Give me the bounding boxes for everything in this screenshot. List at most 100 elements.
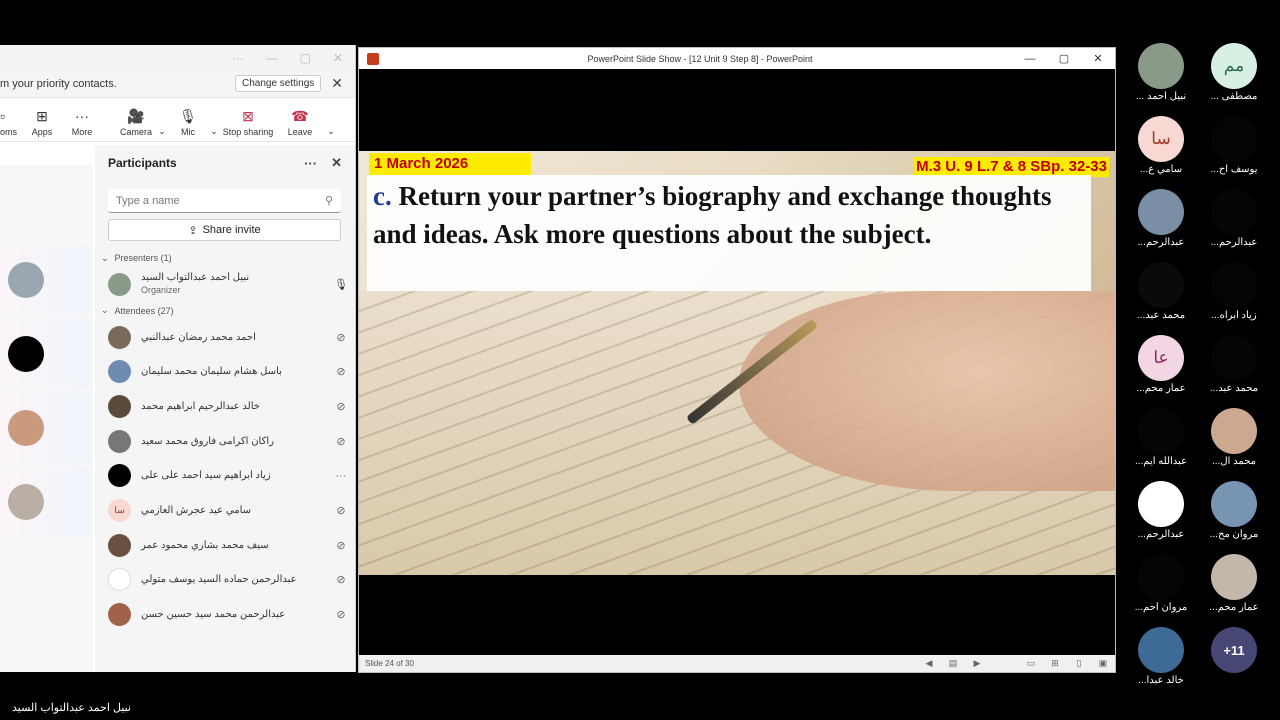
panel-title: Participants bbox=[108, 156, 177, 170]
slide[interactable]: 1 March 2026 M.3 U. 9 L.7 & 8 SBp. 32-33… bbox=[359, 151, 1115, 575]
more-icon[interactable]: ··· bbox=[232, 51, 244, 65]
close-icon[interactable]: ✕ bbox=[333, 51, 343, 65]
gallery-tile[interactable]: عبدالرحم... bbox=[1194, 189, 1274, 248]
banner-text: m your priority contacts. bbox=[0, 77, 117, 90]
overflow-count: +11 bbox=[1211, 627, 1257, 673]
gallery-tile[interactable]: عا عمار محم... bbox=[1121, 335, 1201, 394]
video-tile[interactable] bbox=[0, 319, 90, 389]
normal-view-icon[interactable]: ▭ bbox=[1019, 658, 1043, 669]
avatar bbox=[108, 533, 131, 557]
participant-row[interactable]: سيف محمد بشاري محمود عمر ⊘ bbox=[95, 528, 355, 563]
avatar bbox=[1211, 481, 1257, 527]
more-button[interactable]: ··· More bbox=[62, 109, 102, 137]
gallery-tile[interactable]: نبيل احمد ... bbox=[1121, 43, 1201, 102]
more-options-icon[interactable]: ··· bbox=[326, 470, 355, 482]
instruction-letter: c. bbox=[373, 181, 392, 211]
previous-icon[interactable]: ◀ bbox=[917, 658, 941, 669]
gallery-tile[interactable]: عبدالرحم... bbox=[1121, 481, 1201, 540]
gallery-tile[interactable]: زياد ابراه... bbox=[1194, 262, 1274, 321]
maximize-icon[interactable]: ▢ bbox=[300, 51, 311, 65]
avatar bbox=[1211, 116, 1257, 162]
participant-row[interactable]: راكان اكرامى فاروق محمد سعيد ⊘ bbox=[95, 424, 355, 459]
gallery-tile[interactable]: مروان مح... bbox=[1194, 481, 1274, 540]
gallery-tile[interactable]: مم مصطفى ... bbox=[1194, 43, 1274, 102]
apps-button[interactable]: ⊞ Apps bbox=[22, 109, 62, 137]
slideshow-statusbar: Slide 24 of 30 ◀ ▤ ▶ ▭ ⊞ ▯ ▣ bbox=[359, 655, 1115, 672]
slideshow-icon[interactable]: ▣ bbox=[1091, 658, 1115, 669]
video-tile[interactable] bbox=[0, 245, 90, 315]
avatar bbox=[108, 360, 131, 384]
notification-banner: m your priority contacts. Change setting… bbox=[0, 70, 355, 98]
share-icon: ⇪ bbox=[188, 224, 198, 237]
avatar bbox=[8, 336, 44, 372]
mic-icon: 🎙 bbox=[334, 278, 348, 291]
close-panel-icon[interactable]: ✕ bbox=[331, 155, 342, 171]
close-banner-icon[interactable]: ✕ bbox=[331, 75, 343, 92]
stop-sharing-button[interactable]: ⊠ Stop sharing bbox=[220, 109, 276, 137]
next-icon[interactable]: ▶ bbox=[965, 658, 989, 669]
maximize-icon[interactable]: ▢ bbox=[1047, 52, 1081, 65]
participant-row[interactable]: سا سامي عيد عجرش العازمي ⊘ bbox=[95, 493, 355, 528]
change-settings-button[interactable]: Change settings bbox=[234, 75, 322, 92]
speaker-name: نبيل احمد عبدالتواب السيد bbox=[12, 702, 131, 714]
gallery-tile[interactable]: سا سامي ع... bbox=[1121, 116, 1201, 175]
close-icon[interactable]: ✕ bbox=[1081, 52, 1115, 65]
presenters-section-toggle[interactable]: ⌄ Presenters (1) bbox=[95, 249, 355, 267]
menu-icon[interactable]: ▤ bbox=[941, 658, 965, 669]
rooms-button[interactable]: ▫ oms bbox=[0, 109, 22, 137]
avatar bbox=[108, 464, 131, 488]
slide-date: 1 March 2026 bbox=[369, 153, 531, 175]
search-input[interactable]: Type a name ⚲ bbox=[108, 189, 341, 213]
leave-button[interactable]: ☎ Leave bbox=[276, 109, 324, 137]
gallery-tile[interactable]: يوسف اح... bbox=[1194, 116, 1274, 175]
teams-window: ··· — ▢ ✕ m your priority contacts. Chan… bbox=[0, 45, 356, 672]
participant-row[interactable]: زياد ابراهيم سيد احمد على على ··· bbox=[95, 458, 355, 493]
gallery-tile[interactable]: عبدالله ايم... bbox=[1121, 408, 1201, 467]
participant-row[interactable]: نبيل احمد عبدالتواب السيد Organizer 🎙 bbox=[95, 267, 355, 302]
more-icon[interactable]: ··· bbox=[304, 156, 317, 171]
mic-options-button[interactable]: ⌄ bbox=[208, 126, 220, 137]
gallery-tile[interactable]: محمد عبد... bbox=[1121, 262, 1201, 321]
avatar bbox=[1211, 262, 1257, 308]
share-invite-button[interactable]: ⇪ Share invite bbox=[108, 219, 341, 241]
avatar bbox=[1138, 43, 1184, 89]
participants-panel: Participants ··· ✕ Type a name ⚲ ⇪ Share… bbox=[95, 145, 355, 672]
avatar bbox=[8, 484, 44, 520]
instruction-text: Return your partner’s biography and exch… bbox=[373, 181, 1052, 249]
participant-row[interactable]: عبدالرحمن محمد سيد حسين حسن ⊘ bbox=[95, 597, 355, 632]
gallery-tile[interactable]: عمار محم... bbox=[1194, 554, 1274, 613]
gallery-tile[interactable]: عبدالرحم... bbox=[1121, 189, 1201, 248]
attendees-section-toggle[interactable]: ⌄ Attendees (27) bbox=[95, 302, 355, 320]
mic-button[interactable]: 🎙 Mic bbox=[168, 109, 208, 137]
video-tile[interactable] bbox=[0, 467, 90, 537]
camera-button[interactable]: 🎥 Camera bbox=[116, 109, 156, 137]
gallery-tile[interactable]: محمد ال... bbox=[1194, 408, 1274, 467]
gallery-tile[interactable]: محمد عبد... bbox=[1194, 335, 1274, 394]
rooms-icon: ▫ bbox=[0, 108, 5, 124]
gallery-tile[interactable]: مروان احم... bbox=[1121, 554, 1201, 613]
participants-header: Participants ··· ✕ bbox=[95, 145, 355, 181]
leave-options-button[interactable]: ⌄ bbox=[324, 126, 338, 137]
chevron-down-icon: ⌄ bbox=[158, 126, 166, 136]
participant-row[interactable]: عبدالرحمن حماده السيد يوسف متولي ⊘ bbox=[95, 563, 355, 598]
participant-name: سيف محمد بشاري محمود عمر bbox=[141, 539, 269, 551]
gallery-tile[interactable]: خالد عبدا... bbox=[1121, 627, 1201, 686]
minimize-icon[interactable]: — bbox=[266, 51, 278, 65]
slide-sorter-icon[interactable]: ⊞ bbox=[1043, 658, 1067, 669]
slide-reference: M.3 U. 9 L.7 & 8 SBp. 32-33 bbox=[914, 157, 1109, 177]
participant-row[interactable]: احمد محمد رمضان عبدالنبي ⊘ bbox=[95, 320, 355, 355]
avatar bbox=[1211, 335, 1257, 381]
video-tile[interactable] bbox=[0, 393, 90, 463]
reading-view-icon[interactable]: ▯ bbox=[1067, 658, 1091, 669]
participant-name: عبدالرحمن محمد سيد حسين حسن bbox=[141, 609, 286, 621]
more-participants-button[interactable]: +11 bbox=[1194, 627, 1274, 673]
window-title: PowerPoint Slide Show - [12 Unit 9 Step … bbox=[587, 53, 813, 64]
mic-off-icon: ⊘ bbox=[336, 366, 346, 379]
search-icon: ⚲ bbox=[324, 195, 333, 207]
avatar bbox=[8, 262, 44, 298]
participant-row[interactable]: خالد عبدالرحيم ابراهيم محمد ⊘ bbox=[95, 389, 355, 424]
participant-name: نبيل احمد عبدالتواب السيد bbox=[141, 272, 250, 284]
camera-options-button[interactable]: ⌄ bbox=[156, 126, 168, 137]
minimize-icon[interactable]: — bbox=[1013, 53, 1047, 65]
participant-row[interactable]: باسل هشام سليمان محمد سليمان ⊘ bbox=[95, 354, 355, 389]
